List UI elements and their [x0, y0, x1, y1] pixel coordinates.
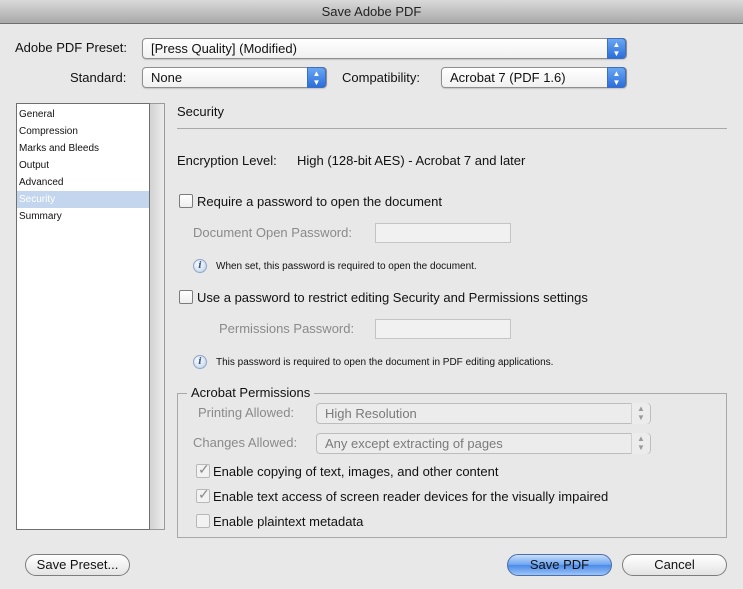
up-down-arrows-icon: ▲ ▼: [607, 38, 626, 59]
require-open-password-label[interactable]: Require a password to open the document: [197, 194, 442, 209]
document-open-password-label: Document Open Password:: [193, 225, 352, 240]
standard-value: None: [151, 70, 183, 85]
changes-allowed-label: Changes Allowed:: [193, 435, 298, 450]
up-down-arrows-icon: ▲ ▼: [307, 67, 326, 88]
checkmark-icon: ✓: [198, 486, 210, 502]
printing-allowed-value: High Resolution: [325, 406, 417, 421]
sidebar-item-security[interactable]: Security: [17, 191, 149, 208]
info-icon: i: [193, 355, 207, 369]
window-title-bar[interactable]: Save Adobe PDF: [0, 0, 743, 24]
sidebar-item-output[interactable]: Output: [17, 157, 149, 174]
permissions-password-label: Permissions Password:: [219, 321, 355, 336]
open-password-note: When set, this password is required to o…: [216, 261, 477, 272]
preset-value: [Press Quality] (Modified): [151, 41, 297, 56]
up-down-arrows-icon: ▲ ▼: [631, 433, 650, 454]
document-open-password-field[interactable]: [375, 223, 511, 243]
changes-allowed-value: Any except extracting of pages: [325, 436, 503, 451]
panel-title-divider: [177, 128, 727, 129]
category-list[interactable]: General Compression Marks and Bleeds Out…: [16, 103, 150, 530]
permissions-password-field[interactable]: [375, 319, 511, 339]
up-down-arrows-icon: ▲ ▼: [607, 67, 626, 88]
compatibility-value: Acrobat 7 (PDF 1.6): [450, 70, 566, 85]
permissions-password-note: This password is required to open the do…: [216, 357, 554, 368]
save-preset-button[interactable]: Save Preset...: [25, 554, 130, 576]
enable-screen-reader-label[interactable]: Enable text access of screen reader devi…: [213, 489, 608, 504]
preset-popup[interactable]: [Press Quality] (Modified) ▲ ▼: [142, 38, 627, 59]
info-icon: i: [193, 259, 207, 273]
sidebar-item-compression[interactable]: Compression: [17, 123, 149, 140]
enable-screen-reader-checkbox[interactable]: ✓: [196, 486, 210, 503]
enable-copying-checkbox[interactable]: ✓: [196, 461, 210, 478]
enable-plaintext-metadata-label[interactable]: Enable plaintext metadata: [213, 514, 363, 529]
enable-plaintext-metadata-checkbox[interactable]: [196, 514, 210, 528]
cancel-button[interactable]: Cancel: [622, 554, 727, 576]
restrict-editing-password-checkbox[interactable]: [179, 290, 193, 304]
sidebar-item-marks-and-bleeds[interactable]: Marks and Bleeds: [17, 140, 149, 157]
printing-allowed-label: Printing Allowed:: [198, 405, 295, 420]
save-pdf-button[interactable]: Save PDF: [507, 554, 612, 576]
preset-label: Adobe PDF Preset:: [15, 40, 127, 55]
sidebar-item-summary[interactable]: Summary: [17, 208, 149, 225]
encryption-value: High (128-bit AES) - Acrobat 7 and later: [297, 153, 526, 168]
changes-allowed-popup[interactable]: Any except extracting of pages ▲ ▼: [316, 433, 651, 454]
enable-copying-label[interactable]: Enable copying of text, images, and othe…: [213, 464, 498, 479]
require-open-password-checkbox[interactable]: [179, 194, 193, 208]
standard-label: Standard:: [70, 70, 127, 85]
printing-allowed-popup[interactable]: High Resolution ▲ ▼: [316, 403, 651, 424]
window-title: Save Adobe PDF: [321, 4, 422, 19]
compatibility-label: Compatibility:: [342, 70, 421, 85]
up-down-arrows-icon: ▲ ▼: [631, 403, 650, 424]
sidebar-item-general[interactable]: General: [17, 106, 149, 123]
panel-title: Security: [177, 104, 224, 119]
compatibility-popup[interactable]: Acrobat 7 (PDF 1.6) ▲ ▼: [441, 67, 627, 88]
standard-popup[interactable]: None ▲ ▼: [142, 67, 327, 88]
encryption-label: Encryption Level:: [177, 153, 277, 168]
acrobat-permissions-title: Acrobat Permissions: [187, 385, 315, 400]
restrict-editing-password-label[interactable]: Use a password to restrict editing Secur…: [197, 290, 588, 305]
sidebar-item-advanced[interactable]: Advanced: [17, 174, 149, 191]
checkmark-icon: ✓: [198, 461, 210, 477]
category-list-scrollbar[interactable]: [150, 103, 165, 530]
